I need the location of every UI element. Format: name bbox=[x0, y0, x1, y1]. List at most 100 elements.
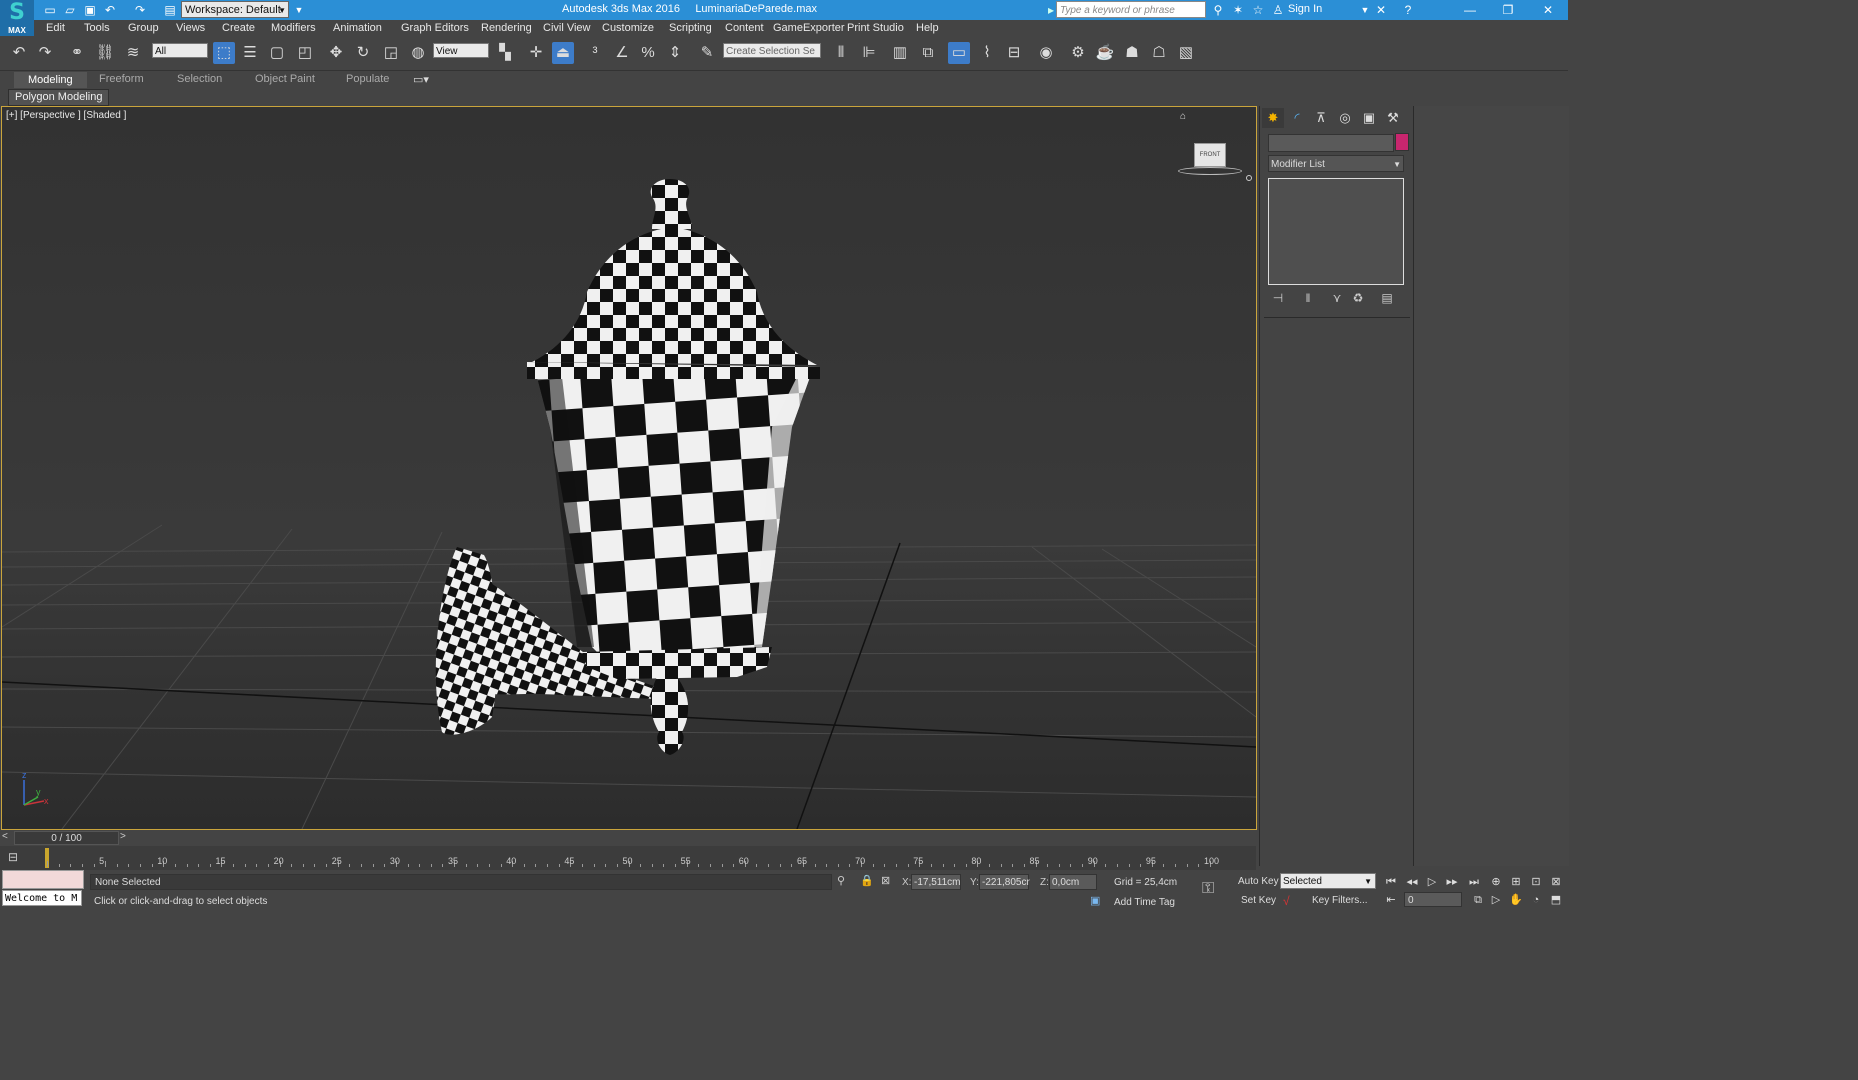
search-input[interactable]: Type a keyword or phrase bbox=[1056, 1, 1206, 18]
window-crossing-icon[interactable]: ◰ bbox=[294, 42, 316, 64]
close-button[interactable]: ✕ bbox=[1530, 0, 1566, 20]
menu-gameexporter[interactable]: GameExporter bbox=[773, 22, 845, 34]
select-by-name-icon[interactable]: ☰ bbox=[239, 42, 261, 64]
make-unique-icon[interactable]: ⋎ bbox=[1328, 291, 1346, 307]
menu-tools[interactable]: Tools bbox=[84, 22, 110, 34]
display-tab-icon[interactable]: ▣ bbox=[1358, 108, 1380, 128]
menu-scripting[interactable]: Scripting bbox=[669, 22, 712, 34]
undo-icon[interactable]: ↶ bbox=[8, 42, 30, 64]
link-icon[interactable]: ⚭ bbox=[66, 42, 88, 64]
menu-civil-view[interactable]: Civil View bbox=[543, 22, 590, 34]
rectangle-selection-icon[interactable]: ▢ bbox=[266, 42, 288, 64]
play-icon[interactable]: ▷ bbox=[1424, 874, 1440, 890]
viewcube-menu-icon[interactable] bbox=[1246, 175, 1252, 181]
ribbon-options-icon[interactable]: ▭▾ bbox=[413, 73, 429, 86]
viewport-label-menu[interactable]: [+] [Perspective ] [Shaded ] bbox=[6, 110, 126, 121]
scale-icon[interactable]: ◲ bbox=[380, 42, 402, 64]
orbit-icon[interactable]: ◔ bbox=[1528, 892, 1544, 908]
current-frame-field[interactable]: 0 bbox=[1404, 892, 1462, 907]
spinner-snap-icon[interactable]: ⇕ bbox=[664, 42, 686, 64]
modify-tab-icon[interactable]: ◜ bbox=[1286, 108, 1308, 128]
time-slider-prev-button[interactable]: < bbox=[2, 831, 12, 844]
rendered-frame-window-icon[interactable]: ☕ bbox=[1094, 42, 1116, 64]
time-slider-next-button[interactable]: > bbox=[120, 831, 130, 844]
named-selection-dropdown[interactable]: Create Selection Se bbox=[723, 43, 821, 58]
viewcube-front-face[interactable]: FRONT bbox=[1194, 143, 1226, 167]
exchange-icon[interactable]: ✕ bbox=[1373, 2, 1389, 18]
menu-create[interactable]: Create bbox=[222, 22, 255, 34]
binoculars-icon[interactable]: ⚲ bbox=[1210, 2, 1226, 18]
lock-selection-icon[interactable]: 🔒 bbox=[860, 874, 874, 887]
y-coord-field[interactable]: -221,805cr bbox=[979, 874, 1030, 890]
key-mode-toggle-icon[interactable]: ⇤ bbox=[1383, 892, 1399, 908]
next-frame-icon[interactable]: ▸▸ bbox=[1444, 874, 1460, 890]
application-menu-button[interactable]: S MAX bbox=[0, 0, 34, 36]
show-end-result-icon[interactable]: ‖ bbox=[1299, 291, 1317, 307]
workspace-dropdown[interactable]: Workspace: Default ▼ bbox=[181, 1, 289, 18]
add-time-tag-button[interactable]: Add Time Tag bbox=[1114, 897, 1175, 908]
perspective-viewport[interactable]: z y x [+] [Perspective ] [Shaded ] ⌂ FRO… bbox=[1, 106, 1257, 830]
place-icon[interactable]: ◍ bbox=[407, 42, 429, 64]
maximize-viewport-icon[interactable]: ⬒ bbox=[1548, 892, 1564, 908]
mini-curve-editor-icon[interactable]: ⊟ bbox=[8, 850, 18, 864]
object-color-swatch[interactable] bbox=[1395, 133, 1409, 151]
isolate-selection-icon[interactable]: ⚲ bbox=[837, 874, 845, 887]
unlink-icon[interactable]: ⛓ bbox=[94, 42, 116, 64]
key-icon[interactable]: ⚿ bbox=[1202, 880, 1214, 898]
menu-views[interactable]: Views bbox=[176, 22, 205, 34]
keyboard-shortcut-override-icon[interactable]: ⏏ bbox=[552, 42, 574, 64]
restore-button[interactable]: ❐ bbox=[1490, 0, 1526, 20]
align-icon[interactable]: ⊫ bbox=[858, 42, 880, 64]
time-slider-thumb[interactable]: 0 / 100 bbox=[14, 831, 119, 845]
zoom-extents-all-icon[interactable]: ⊠ bbox=[1548, 874, 1564, 890]
object-name-field[interactable] bbox=[1268, 134, 1394, 152]
select-object-icon[interactable]: ⬚ bbox=[213, 42, 235, 64]
select-manipulate-icon[interactable]: ✛ bbox=[525, 42, 547, 64]
chevron-down-icon[interactable]: ▼ bbox=[1357, 2, 1373, 18]
tab-object-paint[interactable]: Object Paint bbox=[255, 73, 315, 85]
remove-modifier-icon[interactable]: ♻ bbox=[1349, 291, 1367, 307]
z-coord-field[interactable]: 0,0cm bbox=[1049, 874, 1097, 890]
toggle-ribbon-icon[interactable]: ▭ bbox=[948, 42, 970, 64]
render-setup-icon[interactable]: ⚙ bbox=[1067, 42, 1089, 64]
render-iterative-icon[interactable]: ☖ bbox=[1148, 42, 1170, 64]
rotate-icon[interactable]: ↻ bbox=[352, 42, 374, 64]
zoom-extents-icon[interactable]: ⊡ bbox=[1528, 874, 1544, 890]
create-tab-icon[interactable]: ✸ bbox=[1262, 108, 1284, 128]
pivot-center-icon[interactable]: ▚ bbox=[494, 42, 516, 64]
absolute-offset-toggle-icon[interactable]: ⊠ bbox=[881, 874, 890, 887]
maxscript-listener-mini[interactable] bbox=[2, 870, 84, 889]
scene-explorer-icon[interactable]: ▥ bbox=[889, 42, 911, 64]
tab-freeform[interactable]: Freeform bbox=[99, 73, 144, 85]
viewcube[interactable]: ⌂ FRONT bbox=[1178, 111, 1252, 181]
menu-modifiers[interactable]: Modifiers bbox=[271, 22, 316, 34]
key-mode-dropdown[interactable]: Selected ▼ bbox=[1280, 873, 1376, 889]
redo-icon[interactable]: ↷ bbox=[132, 2, 148, 18]
menu-edit[interactable]: Edit bbox=[46, 22, 65, 34]
viewcube-compass-ring[interactable] bbox=[1178, 167, 1242, 175]
chevron-down-icon[interactable]: ▼ bbox=[291, 2, 307, 18]
render-production-icon[interactable]: ☗ bbox=[1121, 42, 1143, 64]
minimize-button[interactable]: — bbox=[1452, 0, 1488, 20]
star-icon[interactable]: ☆ bbox=[1250, 2, 1266, 18]
polygon-modeling-panel[interactable]: Polygon Modeling bbox=[8, 89, 110, 106]
menu-rendering[interactable]: Rendering bbox=[481, 22, 532, 34]
modifier-list-dropdown[interactable]: Modifier List ▼ bbox=[1268, 155, 1404, 172]
pin-stack-icon[interactable]: ⊣ bbox=[1269, 291, 1287, 307]
time-configuration-icon[interactable]: ⧉ bbox=[1470, 892, 1486, 908]
set-key-button[interactable]: Set Key bbox=[1241, 895, 1276, 906]
new-file-icon[interactable]: ▭ bbox=[42, 2, 58, 18]
maxscript-mini-listener-text[interactable]: Welcome to M bbox=[2, 890, 82, 906]
tab-selection[interactable]: Selection bbox=[177, 73, 222, 85]
menu-help[interactable]: Help bbox=[916, 22, 939, 34]
menu-graph-editors[interactable]: Graph Editors bbox=[401, 22, 469, 34]
goto-end-icon[interactable]: ⏭ bbox=[1466, 874, 1482, 890]
layer-explorer-icon[interactable]: ⧉ bbox=[917, 42, 939, 64]
field-of-view-icon[interactable]: ▷ bbox=[1488, 892, 1504, 908]
tab-modeling[interactable]: Modeling bbox=[14, 72, 87, 88]
open-file-icon[interactable]: ▱ bbox=[62, 2, 78, 18]
motion-tab-icon[interactable]: ◎ bbox=[1334, 108, 1356, 128]
time-tag-icon[interactable]: ▣ bbox=[1090, 894, 1106, 910]
configure-modifier-sets-icon[interactable]: ▤ bbox=[1378, 291, 1396, 307]
bind-space-warp-icon[interactable]: ≋ bbox=[122, 42, 144, 64]
